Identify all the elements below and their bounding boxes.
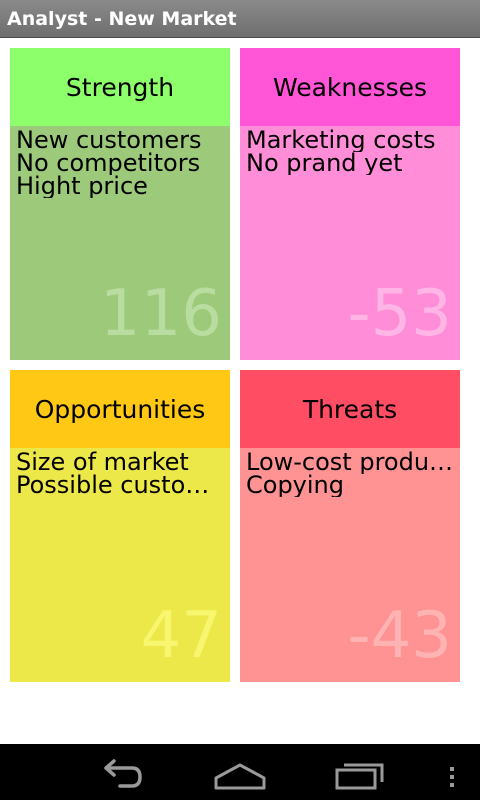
weaknesses-quadrant[interactable]: Weaknesses Marketing costs No prand yet … (240, 48, 460, 360)
threats-header[interactable]: Threats (240, 370, 460, 448)
strength-score: 116 (99, 277, 222, 351)
list-item: Low-cost producers (246, 451, 460, 474)
list-item: Size of market (16, 451, 189, 474)
strength-quadrant[interactable]: Strength New customers No competitors Hi… (10, 48, 230, 360)
back-button[interactable] (92, 752, 148, 792)
threats-quadrant[interactable]: Threats Low-cost producers Copying -43 (240, 370, 460, 682)
list-item: No competitors (16, 152, 201, 175)
recent-apps-icon (335, 763, 384, 790)
list-item: New customers (16, 129, 202, 152)
strength-list: New customers No competitors Hight price (16, 129, 230, 198)
action-bar: Analyst - New Market (0, 0, 480, 38)
threats-list: Low-cost producers Copying (246, 451, 460, 497)
threats-score: -43 (347, 599, 452, 673)
list-item: Possible customers (16, 474, 230, 497)
home-button[interactable] (212, 752, 268, 792)
opportunities-body[interactable]: Size of market Possible customers 47 (10, 448, 230, 682)
swot-grid: Strength New customers No competitors Hi… (0, 38, 480, 744)
system-navigation-bar (0, 744, 480, 800)
opportunities-list: Size of market Possible customers (16, 451, 230, 497)
back-arrow-icon (104, 759, 142, 788)
weaknesses-body[interactable]: Marketing costs No prand yet -53 (240, 126, 460, 360)
overflow-menu-button[interactable] (444, 752, 460, 792)
weaknesses-header[interactable]: Weaknesses (240, 48, 460, 126)
list-item: No prand yet (246, 152, 403, 175)
opportunities-quadrant[interactable]: Opportunities Size of market Possible cu… (10, 370, 230, 682)
list-item: Copying (246, 474, 344, 497)
list-item: Hight price (16, 175, 148, 198)
strength-body[interactable]: New customers No competitors Hight price… (10, 126, 230, 360)
weaknesses-score: -53 (347, 277, 452, 351)
threats-body[interactable]: Low-cost producers Copying -43 (240, 448, 460, 682)
opportunities-score: 47 (140, 599, 222, 673)
list-item: Marketing costs (246, 129, 436, 152)
weaknesses-list: Marketing costs No prand yet (246, 129, 460, 175)
overflow-menu-icon (450, 767, 454, 787)
app-title: Analyst - New Market (7, 8, 237, 30)
home-icon (214, 763, 266, 790)
strength-header[interactable]: Strength (10, 48, 230, 126)
opportunities-header[interactable]: Opportunities (10, 370, 230, 448)
recent-apps-button[interactable] (332, 752, 388, 792)
